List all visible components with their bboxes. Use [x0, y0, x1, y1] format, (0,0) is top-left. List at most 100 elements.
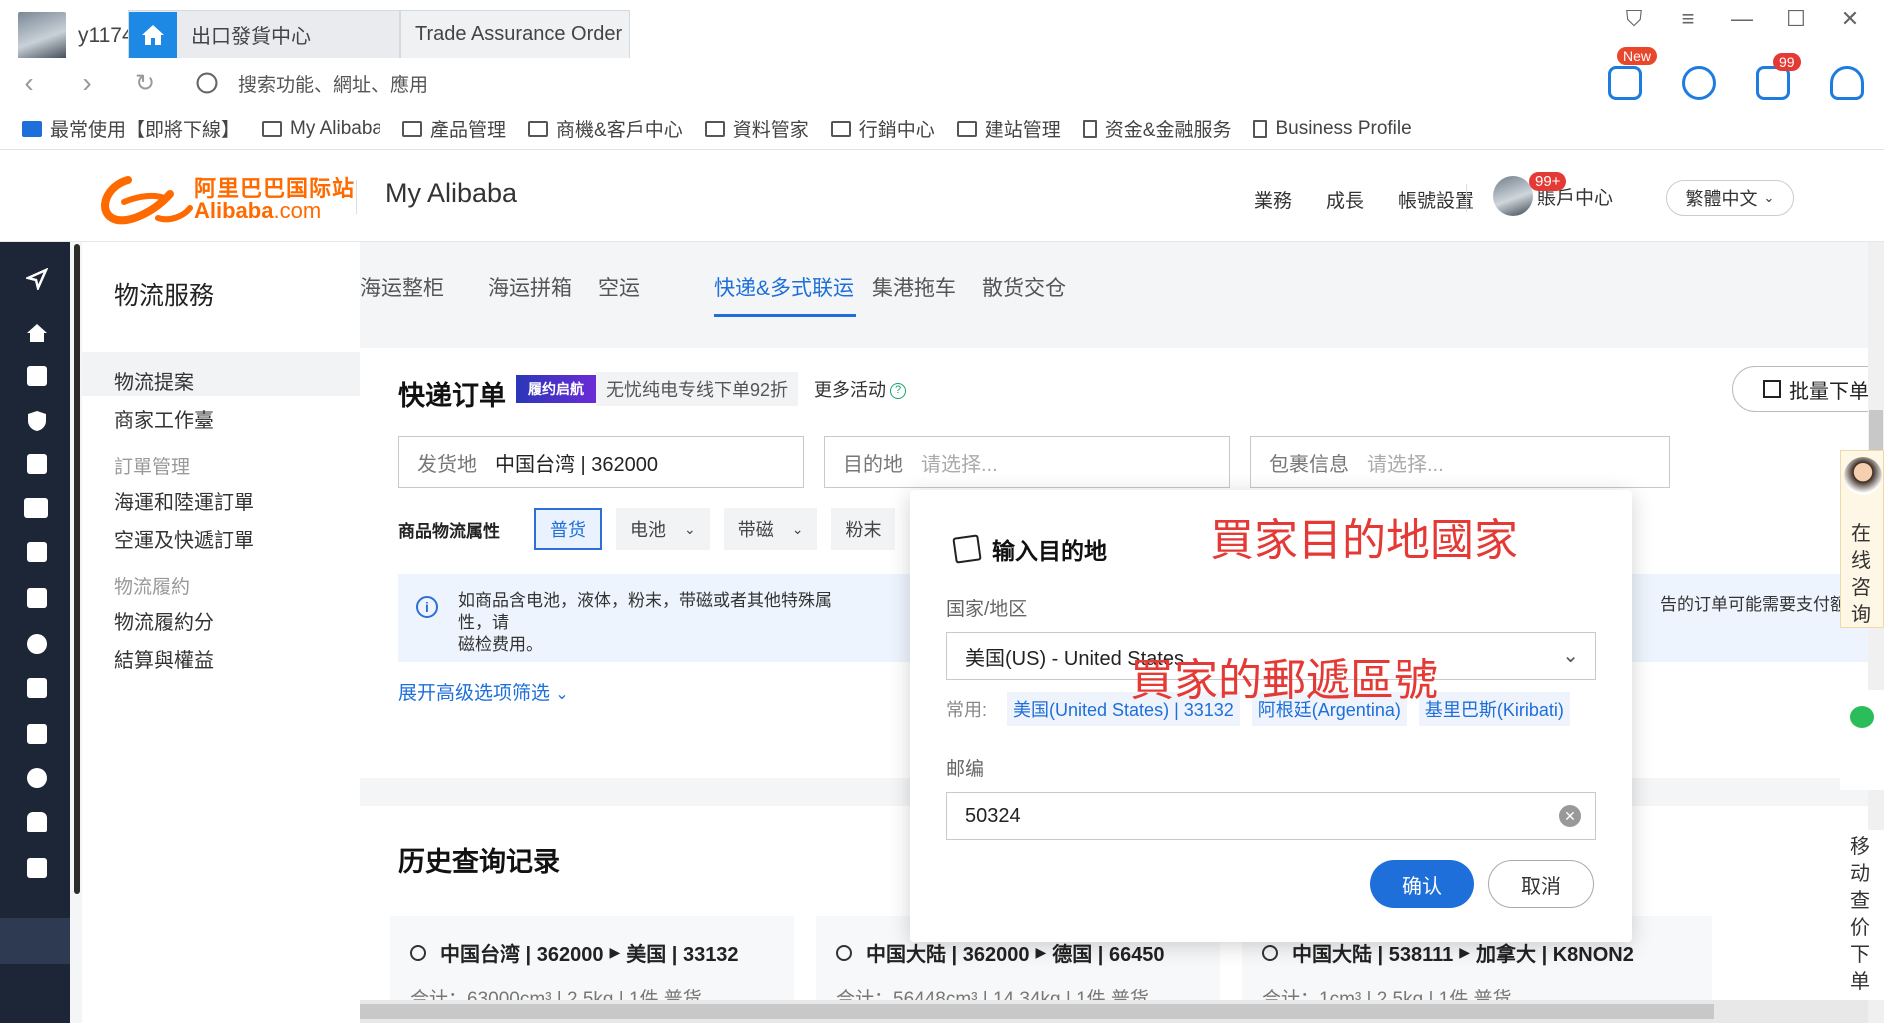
bookmark-item[interactable]: 最常使用【即將下線】	[22, 115, 240, 142]
chevron-down-icon[interactable]: ⌄	[792, 521, 804, 538]
side-menu-item-air-express-orders[interactable]: 空運及快遞訂單	[114, 524, 254, 553]
headset-icon[interactable]	[1830, 66, 1864, 100]
tab-label: 出口發貨中心	[191, 26, 311, 48]
shirt-icon[interactable]: ⛉	[1622, 6, 1646, 32]
bookmark-item[interactable]: My Alibaba	[262, 118, 380, 140]
clipboard-icon[interactable]	[27, 724, 47, 744]
tab-air[interactable]: 空运	[598, 272, 640, 302]
browser-profile[interactable]: y1174(	[18, 12, 141, 60]
nav-business[interactable]: 業務	[1254, 186, 1292, 213]
zip-input[interactable]: 50324 ✕	[946, 792, 1596, 840]
cancel-button[interactable]: 取消	[1488, 860, 1594, 908]
share-icon[interactable]	[27, 678, 47, 698]
bookmark-item[interactable]: 資料管家	[704, 115, 809, 142]
advanced-filter-link[interactable]: 展开高级选项筛选 ⌄	[398, 678, 569, 705]
tab-express-multimodal[interactable]: 快递&多式联运	[714, 272, 854, 302]
bookmark-label: 行銷中心	[858, 120, 935, 141]
destination-field[interactable]: 目的地 请选择...	[824, 436, 1230, 488]
chevron-down-icon[interactable]: ⌄	[684, 521, 696, 538]
browser-tab-bar: y1174( 出口發貨中心 Trade Assurance Order Deta…	[0, 0, 1884, 60]
bookmark-item[interactable]: 行銷中心	[830, 115, 935, 142]
video-icon[interactable]	[24, 498, 48, 518]
wechat-widget[interactable]	[1840, 690, 1884, 790]
address-input[interactable]: 搜索功能、網址、應用	[238, 70, 428, 97]
folder-icon	[528, 120, 549, 137]
alibaba-logo[interactable]: 阿里巴巴国际站 Alibaba.com	[98, 172, 355, 228]
promo-tag: 履约启航	[516, 375, 596, 403]
online-consult-widget[interactable]: 在线咨询	[1840, 450, 1884, 628]
vertical-scroll-thumb[interactable]	[1869, 410, 1883, 452]
forward-icon[interactable]: ›	[58, 67, 116, 99]
more-activities-link[interactable]: 更多活动?	[814, 376, 907, 402]
video-extension-icon[interactable]: New	[1608, 47, 1658, 100]
common-tag-kiribati[interactable]: 基里巴斯(Kiribati)	[1418, 692, 1570, 726]
logistics-icon[interactable]	[27, 812, 47, 832]
batch-order-label: 批量下单	[1789, 380, 1869, 403]
mail-icon[interactable]: 99	[1756, 53, 1801, 100]
side-menu-item-logistics-proposal[interactable]: 物流提案	[114, 366, 194, 395]
home-icon[interactable]	[129, 11, 177, 58]
reload-icon[interactable]: ↻	[116, 69, 174, 98]
globe-icon[interactable]	[27, 768, 47, 788]
confirm-button[interactable]: 确认	[1370, 860, 1474, 908]
side-menu-item-fulfillment-score[interactable]: 物流履約分	[114, 606, 214, 635]
menu-icon[interactable]: ≡	[1676, 6, 1700, 32]
side-menu-item-settlement[interactable]: 結算與權益	[114, 644, 214, 673]
side-menu-item-merchant-workbench[interactable]: 商家工作臺	[114, 404, 214, 433]
promo-banner[interactable]: 履约启航 无忧纯电专线下单92折 更多活动?	[516, 372, 907, 406]
attr-battery-label: 电池	[630, 520, 666, 540]
clock-icon	[836, 944, 852, 961]
shield-icon[interactable]	[26, 410, 48, 432]
tab-port-trucking[interactable]: 集港拖车	[872, 272, 956, 302]
site-title[interactable]: My Alibaba	[385, 178, 517, 209]
bookmark-item[interactable]: 建站管理	[956, 115, 1061, 142]
language-selector[interactable]: 繁體中文 ⌄	[1666, 180, 1794, 216]
annotation-buyer-country: 買家目的地國家	[1210, 515, 1518, 566]
bookmarks-bar: 最常使用【即將下線】 My Alibaba 產品管理 商機&客戶中心 資料管家 …	[0, 108, 1884, 150]
attr-general-goods[interactable]: 普货	[534, 508, 602, 550]
bookmark-item[interactable]: 商機&客戶中心	[528, 115, 683, 142]
attr-powder[interactable]: 粉末	[831, 508, 896, 550]
nav-account-settings[interactable]: 帳號設置	[1398, 186, 1474, 213]
attr-magnetic[interactable]: 带磁 ⌄	[723, 508, 818, 550]
browser-tab-trade-assurance[interactable]: Trade Assurance Order Detail	[400, 10, 630, 58]
help-icon[interactable]: ?	[890, 383, 907, 400]
bookmark-item[interactable]: 產品管理	[402, 115, 506, 142]
close-icon[interactable]: ✕	[1838, 6, 1862, 32]
nav-growth[interactable]: 成長	[1326, 186, 1364, 213]
mobile-quote-widget[interactable]: 移动查价下单	[1840, 830, 1884, 1000]
bookmark-item[interactable]: 资金&金融服务	[1082, 115, 1231, 142]
origin-label: 发货地	[417, 453, 477, 476]
back-icon[interactable]: ‹	[0, 67, 58, 99]
package-field[interactable]: 包裹信息 请选择...	[1250, 436, 1670, 488]
tab-bulk-delivery[interactable]: 散货交仓	[982, 272, 1066, 302]
rail-scrollbar[interactable]	[74, 244, 80, 894]
box-icon	[1763, 380, 1781, 398]
minimize-icon[interactable]: —	[1730, 6, 1754, 32]
message-icon[interactable]	[27, 542, 47, 562]
wechat-icon	[1850, 706, 1874, 728]
send-icon[interactable]	[26, 268, 48, 290]
origin-field[interactable]: 发货地 中国台湾 | 362000	[398, 436, 804, 488]
side-menu-item-sea-land-orders[interactable]: 海運和陸運訂單	[114, 486, 254, 515]
clear-icon[interactable]: ✕	[1559, 805, 1581, 827]
tab-lcl[interactable]: 海运拼箱	[488, 272, 572, 302]
attr-battery[interactable]: 电池 ⌄	[616, 508, 710, 550]
browser-tab-export-center[interactable]: 出口發貨中心	[128, 10, 400, 58]
grid-icon[interactable]	[27, 454, 47, 474]
robot-icon[interactable]	[1682, 66, 1716, 100]
bookmark-item[interactable]: Business Profile	[1253, 118, 1412, 140]
account-center[interactable]: 99+ 賬戶中心	[1493, 172, 1613, 216]
maximize-icon[interactable]: ☐	[1784, 6, 1808, 32]
users-icon[interactable]	[27, 634, 47, 654]
store-icon[interactable]	[27, 366, 47, 386]
chart-icon[interactable]	[27, 588, 47, 608]
horizontal-scrollbar[interactable]	[360, 1000, 1884, 1023]
batch-order-button[interactable]: 批量下单	[1732, 366, 1884, 412]
left-rail	[0, 242, 70, 1023]
tab-label: Trade Assurance Order Detail	[415, 23, 629, 45]
horizontal-scroll-thumb[interactable]	[360, 1004, 1714, 1019]
bank-icon[interactable]	[27, 858, 47, 878]
tab-fcl[interactable]: 海运整柜	[360, 272, 444, 302]
home-rail-icon[interactable]	[26, 322, 48, 344]
